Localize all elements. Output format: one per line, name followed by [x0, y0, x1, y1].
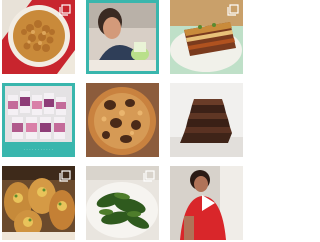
grid-tile-supplements[interactable]: · · · · · · · · · · ·: [2, 83, 75, 157]
grid-tile-greens[interactable]: [86, 166, 159, 240]
smoothie-photo: [86, 0, 159, 74]
grid-tile-smoothie[interactable]: [86, 0, 159, 74]
carousel-icon: [59, 170, 71, 182]
photo-grid: · · · · · · · · · · ·: [0, 0, 243, 242]
brownies-photo: [170, 83, 243, 157]
play-icon[interactable]: [196, 192, 218, 214]
grid-tile-video[interactable]: [170, 166, 243, 240]
supplements-photo: [2, 83, 75, 157]
grid-tile-brownies[interactable]: [170, 83, 243, 157]
carousel-icon: [59, 4, 71, 16]
tile-caption: · · · · · · · · · · ·: [23, 147, 54, 152]
grid-tile-cookie[interactable]: [86, 83, 159, 157]
carousel-icon: [227, 4, 239, 16]
grid-tile-potatoes[interactable]: [2, 166, 75, 240]
grid-tile-chickpeas[interactable]: [2, 0, 75, 74]
cookie-photo: [86, 83, 159, 157]
grid-tile-casserole[interactable]: [170, 0, 243, 74]
carousel-icon: [143, 170, 155, 182]
